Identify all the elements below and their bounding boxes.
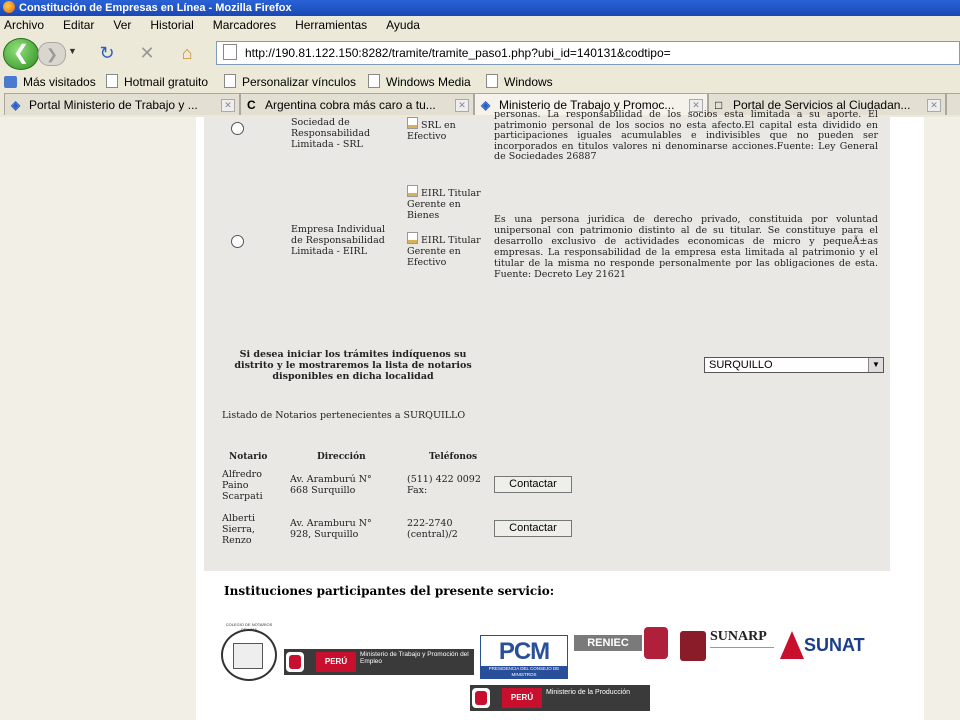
window-title: Constitución de Empresas en Línea - Mozi… [19,2,292,14]
address-bar[interactable]: http://190.81.122.150:8282/tramite/trami… [216,41,960,65]
document-icon [407,117,418,129]
chevron-down-icon[interactable]: ▼ [868,358,883,372]
page-icon [224,74,236,88]
company-type-description: Es una persona juridica de derecho priva… [494,214,878,280]
close-tab-icon[interactable]: ✕ [221,99,235,112]
column-header-notario: Notario [229,452,268,462]
address-url: http://190.81.122.150:8282/tramite/trami… [245,46,671,60]
bookmark-mas-visitados[interactable]: Más visitados [4,72,96,92]
site-icon: C [247,98,256,112]
district-prompt: Si desea iniciar los trámites indíquenos… [234,349,472,382]
notary-phone: 222-2740 (central)/2 [407,518,458,540]
bookmark-personalizar[interactable]: Personalizar vínculos [224,72,356,92]
column-header-direccion: Dirección [317,452,366,462]
site-icon: ◈ [11,98,21,112]
bookmark-windows-media[interactable]: Windows Media [368,72,471,92]
menu-ayuda[interactable]: Ayuda [386,18,420,32]
stop-icon[interactable]: ✕ [136,42,158,64]
option-eirl-efectivo[interactable]: EIRL Titular Gerente en Efectivo [407,232,483,268]
tab-argentina[interactable]: C Argentina cobra más caro a tu... ✕ [240,93,474,115]
close-tab-icon[interactable]: ✕ [927,99,941,112]
notaries-heading: Listado de Notarios pertenecientes a SUR… [222,410,466,421]
notary-address: Av. Aramburú N° 668 Surquillo [290,474,372,496]
menu-editar[interactable]: Editar [63,18,94,32]
notary-address: Av. Aramburu N° 928, Surquillo [290,518,372,540]
document-icon [407,185,418,197]
sunarp-logo: SUNARP [680,629,776,665]
folder-icon [4,76,17,88]
menu-bar: Archivo Editar Ver Historial Marcadores Herra… [0,16,960,34]
institutions-heading: Instituciones participantes del presente… [224,584,555,598]
notary-name: Alberti Sierra, Renzo [222,513,255,546]
ministerio-produccion-logo: PERÚ Ministerio de la Producción [470,685,650,711]
bookmarks-toolbar: Más visitados Hotmail gratuito Personali… [0,72,960,92]
page-icon [223,44,237,60]
home-icon[interactable]: ⌂ [176,42,198,64]
contactar-button[interactable]: Contactar [494,520,572,537]
forward-button[interactable]: ❯ [38,42,66,66]
tab-portal-ministerio[interactable]: ◈ Portal Ministerio de Trabajo y ... ✕ [4,93,240,115]
colegio-notarios-logo: COLEGIO DE NOTARIOS DE LIMA [221,622,277,681]
company-type-description: personas. La responsabilidad de los soci… [494,109,878,162]
option-srl-efectivo[interactable]: SRL en Efectivo [407,117,477,142]
page-content: Sociedad de Responsabilidad Limitada - S… [196,109,924,720]
navigation-toolbar: ❮ ❯ ▼ ↻ ✕ ⌂ http://190.81.122.150:8282/t… [0,36,960,70]
back-button[interactable]: ❮ [3,38,39,70]
reniec-logo: RENIEC [574,627,670,659]
sunat-logo: SUNAT [780,631,872,661]
company-type-name: Empresa Individual de Responsabilidad Li… [291,224,386,257]
column-header-telefonos: Teléfonos [429,452,478,462]
document-icon [407,232,418,244]
bookmark-windows[interactable]: Windows [486,72,553,92]
option-eirl-bienes[interactable]: EIRL Titular Gerente en Bienes [407,185,483,221]
district-select[interactable]: SURQUILLO ▼ [704,357,884,373]
history-dropdown-icon[interactable]: ▼ [68,46,77,56]
site-icon: ◈ [481,98,491,112]
menu-herramientas[interactable]: Herramientas [295,18,367,32]
form-panel: Sociedad de Responsabilidad Limitada - S… [204,109,890,571]
close-tab-icon[interactable]: ✕ [455,99,469,112]
notary-name: Alfredro Paino Scarpati [222,469,263,502]
menu-ver[interactable]: Ver [113,18,131,32]
menu-marcadores[interactable]: Marcadores [213,18,276,32]
tab-overflow[interactable] [946,93,960,115]
radio-eirl[interactable] [231,235,244,248]
contactar-button[interactable]: Contactar [494,476,572,493]
notary-phone: (511) 422 0092 Fax: [407,474,481,496]
ministerio-trabajo-logo: PERÚ Ministerio de Trabajo y Promoción d… [284,649,474,675]
page-icon [368,74,380,88]
page-icon [106,74,118,88]
pcm-logo: PCM PRESIDENCIA DEL CONSEJO DE MINISTROS [480,635,568,679]
page-icon [486,74,498,88]
company-type-name: Sociedad de Responsabilidad Limitada - S… [291,117,371,150]
window-titlebar: Constitución de Empresas en Línea - Mozi… [0,0,960,16]
menu-historial[interactable]: Historial [150,18,193,32]
firefox-icon [3,1,15,13]
browser-chrome: Archivo Editar Ver Historial Marcadores Herra… [0,16,960,117]
menu-archivo[interactable]: Archivo [4,18,44,32]
radio-srl[interactable] [231,122,244,135]
reload-icon[interactable]: ↻ [96,42,118,64]
bookmark-hotmail[interactable]: Hotmail gratuito [106,72,208,92]
